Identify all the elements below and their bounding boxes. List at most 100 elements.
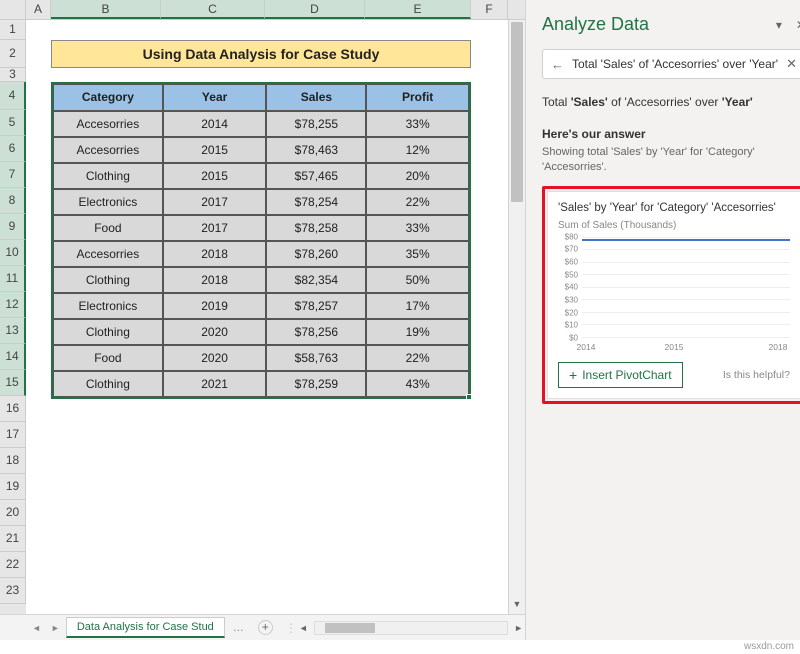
col-header-E[interactable]: E bbox=[365, 0, 471, 19]
row-header[interactable]: 9 bbox=[0, 214, 26, 240]
cell[interactable]: 12% bbox=[366, 137, 469, 163]
cell[interactable]: $82,354 bbox=[266, 267, 366, 293]
cell[interactable]: 33% bbox=[366, 111, 469, 137]
cell[interactable]: 2020 bbox=[163, 345, 267, 371]
scroll-left-icon[interactable]: ◄ bbox=[297, 623, 310, 633]
col-header-D[interactable]: D bbox=[265, 0, 365, 19]
cell[interactable]: 2017 bbox=[163, 189, 267, 215]
table-row[interactable]: Accesorries2014$78,25533% bbox=[53, 111, 469, 137]
tab-nav-next-icon[interactable]: ► bbox=[47, 623, 64, 633]
table-row[interactable]: Electronics2017$78,25422% bbox=[53, 189, 469, 215]
selection-handle[interactable] bbox=[466, 394, 472, 400]
row-header[interactable]: 6 bbox=[0, 136, 26, 162]
table-row[interactable]: Food2017$78,25833% bbox=[53, 215, 469, 241]
cell[interactable]: 2018 bbox=[163, 267, 267, 293]
horizontal-scrollbar[interactable] bbox=[314, 621, 508, 635]
cell[interactable]: $78,259 bbox=[266, 371, 366, 397]
table-row[interactable]: Accesorries2015$78,46312% bbox=[53, 137, 469, 163]
cell[interactable]: Clothing bbox=[53, 267, 163, 293]
insert-pivotchart-button[interactable]: + Insert PivotChart bbox=[558, 362, 683, 388]
cell[interactable]: $78,463 bbox=[266, 137, 366, 163]
cell[interactable]: $78,258 bbox=[266, 215, 366, 241]
cell[interactable]: Accesorries bbox=[53, 137, 163, 163]
cell[interactable]: 2020 bbox=[163, 319, 267, 345]
table-row[interactable]: Food2020$58,76322% bbox=[53, 345, 469, 371]
col-header-F[interactable]: F bbox=[471, 0, 508, 19]
cell[interactable]: $78,257 bbox=[266, 293, 366, 319]
table-row[interactable]: Clothing2021$78,25943% bbox=[53, 371, 469, 397]
back-icon[interactable]: ← bbox=[551, 57, 564, 72]
cell[interactable]: 2015 bbox=[163, 137, 267, 163]
row-header[interactable]: 12 bbox=[0, 292, 26, 318]
cell[interactable]: $78,254 bbox=[266, 189, 366, 215]
pane-dropdown-icon[interactable]: ▾ bbox=[776, 18, 782, 32]
cell[interactable]: 50% bbox=[366, 267, 469, 293]
sheet-tab-active[interactable]: Data Analysis for Case Stud bbox=[66, 617, 225, 638]
table-row[interactable]: Accesorries2018$78,26035% bbox=[53, 241, 469, 267]
header-profit[interactable]: Profit bbox=[366, 84, 469, 111]
cell[interactable]: 20% bbox=[366, 163, 469, 189]
row-header[interactable]: 22 bbox=[0, 552, 26, 578]
table-row[interactable]: Clothing2015$57,46520% bbox=[53, 163, 469, 189]
cell[interactable]: Clothing bbox=[53, 371, 163, 397]
col-header-B[interactable]: B bbox=[51, 0, 161, 19]
row-header[interactable]: 21 bbox=[0, 526, 26, 552]
row-header[interactable]: 4 bbox=[0, 82, 26, 110]
col-header-A[interactable]: A bbox=[26, 0, 51, 19]
cell[interactable]: 2018 bbox=[163, 241, 267, 267]
scroll-right-icon[interactable]: ► bbox=[512, 623, 525, 633]
suggestion-card[interactable]: 'Sales' by 'Year' for 'Category' 'Acceso… bbox=[547, 191, 800, 399]
row-header[interactable]: 16 bbox=[0, 396, 26, 422]
row-header[interactable]: 11 bbox=[0, 266, 26, 292]
query-box[interactable]: ← Total 'Sales' of 'Accesorries' over 'Y… bbox=[542, 49, 800, 79]
col-header-C[interactable]: C bbox=[161, 0, 265, 19]
vertical-scrollbar[interactable]: ▼ bbox=[508, 20, 525, 614]
cell[interactable]: Food bbox=[53, 215, 163, 241]
cell[interactable]: $78,256 bbox=[266, 319, 366, 345]
add-sheet-button[interactable]: + bbox=[258, 620, 273, 635]
cells-area[interactable]: Using Data Analysis for Case Study Categ… bbox=[26, 20, 508, 614]
cell[interactable]: 33% bbox=[366, 215, 469, 241]
table-row[interactable]: Electronics2019$78,25717% bbox=[53, 293, 469, 319]
row-header[interactable]: 7 bbox=[0, 162, 26, 188]
cell[interactable]: $58,763 bbox=[266, 345, 366, 371]
row-header[interactable]: 5 bbox=[0, 110, 26, 136]
row-header[interactable]: 17 bbox=[0, 422, 26, 448]
scrollbar-thumb[interactable] bbox=[325, 623, 375, 633]
cell[interactable]: 19% bbox=[366, 319, 469, 345]
cell[interactable]: Food bbox=[53, 345, 163, 371]
cell[interactable]: 43% bbox=[366, 371, 469, 397]
header-year[interactable]: Year bbox=[163, 84, 267, 111]
cell[interactable]: 22% bbox=[366, 345, 469, 371]
cell[interactable]: $78,255 bbox=[266, 111, 366, 137]
cell[interactable]: Electronics bbox=[53, 293, 163, 319]
header-category[interactable]: Category bbox=[53, 84, 163, 111]
cell[interactable]: 22% bbox=[366, 189, 469, 215]
cell[interactable]: $57,465 bbox=[266, 163, 366, 189]
tab-nav-prev-icon[interactable]: ◄ bbox=[28, 623, 45, 633]
cell[interactable]: 17% bbox=[366, 293, 469, 319]
cell[interactable]: 2015 bbox=[163, 163, 267, 189]
cell[interactable]: Clothing bbox=[53, 163, 163, 189]
cell[interactable]: $78,260 bbox=[266, 241, 366, 267]
pane-close-icon[interactable]: ✕ bbox=[796, 18, 800, 32]
cell[interactable]: 2021 bbox=[163, 371, 267, 397]
table-row[interactable]: Clothing2018$82,35450% bbox=[53, 267, 469, 293]
cell[interactable]: 2017 bbox=[163, 215, 267, 241]
scrollbar-thumb[interactable] bbox=[511, 22, 523, 202]
row-header[interactable]: 8 bbox=[0, 188, 26, 214]
row-header[interactable]: 18 bbox=[0, 448, 26, 474]
row-header[interactable]: 14 bbox=[0, 344, 26, 370]
row-header[interactable]: 15 bbox=[0, 370, 26, 396]
cell[interactable]: Electronics bbox=[53, 189, 163, 215]
cell[interactable]: 2014 bbox=[163, 111, 267, 137]
header-sales[interactable]: Sales bbox=[266, 84, 366, 111]
tab-overflow-icon[interactable]: … bbox=[227, 622, 250, 634]
cell[interactable]: Clothing bbox=[53, 319, 163, 345]
row-header[interactable]: 3 bbox=[0, 68, 26, 82]
feedback-link[interactable]: Is this helpful? bbox=[723, 369, 790, 381]
row-header[interactable]: 1 bbox=[0, 20, 26, 40]
cell[interactable]: 35% bbox=[366, 241, 469, 267]
cell[interactable]: Accesorries bbox=[53, 241, 163, 267]
cell[interactable]: 2019 bbox=[163, 293, 267, 319]
